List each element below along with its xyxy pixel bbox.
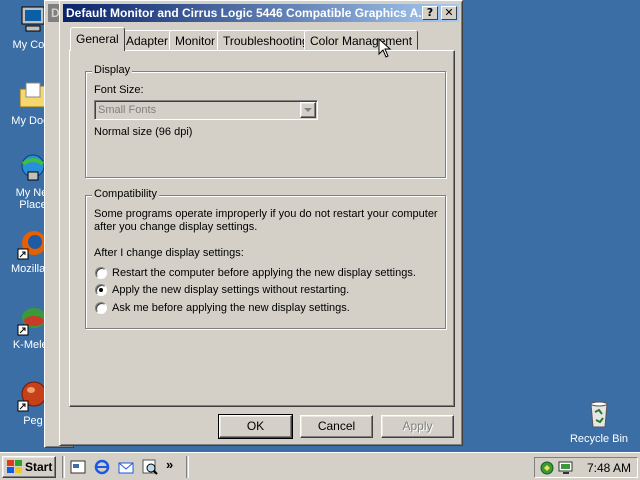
taskbar: Start » 7:48 AM — [0, 452, 640, 480]
tab-troubleshooting[interactable]: Troubleshooting — [217, 30, 315, 50]
tab-color-management-label: Color Management — [310, 34, 413, 48]
windows-logo-icon — [7, 460, 22, 473]
ok-button[interactable]: OK — [218, 414, 293, 439]
cancel-button[interactable]: Cancel — [300, 415, 373, 438]
apply-button-label: Apply — [402, 419, 433, 433]
radio-restart[interactable] — [95, 267, 107, 279]
system-tray: 7:48 AM — [534, 457, 638, 478]
show-desktop-icon[interactable] — [70, 459, 86, 475]
help-button[interactable]: ? — [422, 6, 438, 20]
quick-launch-more-chevron[interactable]: » — [166, 457, 173, 472]
radio-restart-label[interactable]: Restart the computer before applying the… — [112, 267, 416, 279]
tab-adapter[interactable]: Adapter — [120, 30, 175, 50]
radio-apply-without-restart-label[interactable]: Apply the new display settings without r… — [112, 284, 349, 296]
chevron-down-icon — [304, 108, 312, 112]
radio-apply-without-restart[interactable] — [95, 284, 107, 296]
recycle-bin-icon — [583, 398, 615, 430]
font-size-label: Font Size: — [94, 84, 144, 96]
font-size-select[interactable]: Small Fonts — [94, 100, 318, 120]
display-group-title: Display — [92, 64, 133, 76]
tab-monitor[interactable]: Monitor — [169, 30, 222, 50]
after-change-label: After I change display settings: — [94, 247, 244, 259]
tab-adapter-label: Adapter — [126, 34, 169, 48]
mouse-cursor-icon — [378, 38, 392, 58]
quick-launch-bar: » — [70, 457, 180, 477]
internet-explorer-icon[interactable] — [94, 459, 110, 475]
desktop-icon-label: Recycle Bin — [569, 433, 629, 445]
dialog-title: Default Monitor and Cirrus Logic 5446 Co… — [66, 6, 429, 20]
taskbar-separator-2 — [186, 456, 189, 478]
tab-troubleshooting-label: Troubleshooting — [223, 34, 309, 48]
start-label: Start — [25, 460, 53, 474]
desktop-icon-recycle-bin[interactable]: Recycle Bin — [566, 398, 632, 445]
font-size-description: Normal size (96 dpi) — [94, 126, 193, 138]
tab-color-management[interactable]: Color Management — [304, 30, 419, 50]
ok-button-label: OK — [246, 419, 265, 433]
display-tray-icon[interactable] — [557, 460, 575, 476]
radio-ask-me-label[interactable]: Ask me before applying the new display s… — [112, 302, 350, 314]
compatibility-group-title: Compatibility — [92, 188, 159, 200]
help-icon: ? — [426, 6, 434, 19]
tab-general-label: General — [76, 32, 119, 46]
compat-description-line2: after you change display settings. — [94, 221, 258, 233]
cancel-button-label: Cancel — [317, 419, 356, 433]
font-size-dropdown-button[interactable] — [300, 102, 316, 118]
radio-ask-me[interactable] — [95, 302, 107, 314]
apply-button[interactable]: Apply — [381, 415, 454, 438]
tab-monitor-label: Monitor — [175, 34, 216, 48]
network-tray-icon[interactable] — [539, 460, 555, 476]
dialog-titlebar[interactable]: Default Monitor and Cirrus Logic 5446 Co… — [63, 4, 459, 22]
clock[interactable]: 7:48 AM — [587, 461, 631, 475]
tab-general[interactable]: General — [70, 27, 125, 51]
outlook-express-icon[interactable] — [118, 459, 134, 475]
taskbar-separator — [62, 456, 65, 478]
search-icon[interactable] — [142, 459, 158, 475]
close-button[interactable]: ✕ — [441, 6, 457, 20]
close-icon: ✕ — [444, 6, 454, 19]
start-button[interactable]: Start — [2, 456, 56, 478]
compat-description-line1: Some programs operate improperly if you … — [94, 208, 438, 220]
font-size-value: Small Fonts — [98, 104, 157, 116]
